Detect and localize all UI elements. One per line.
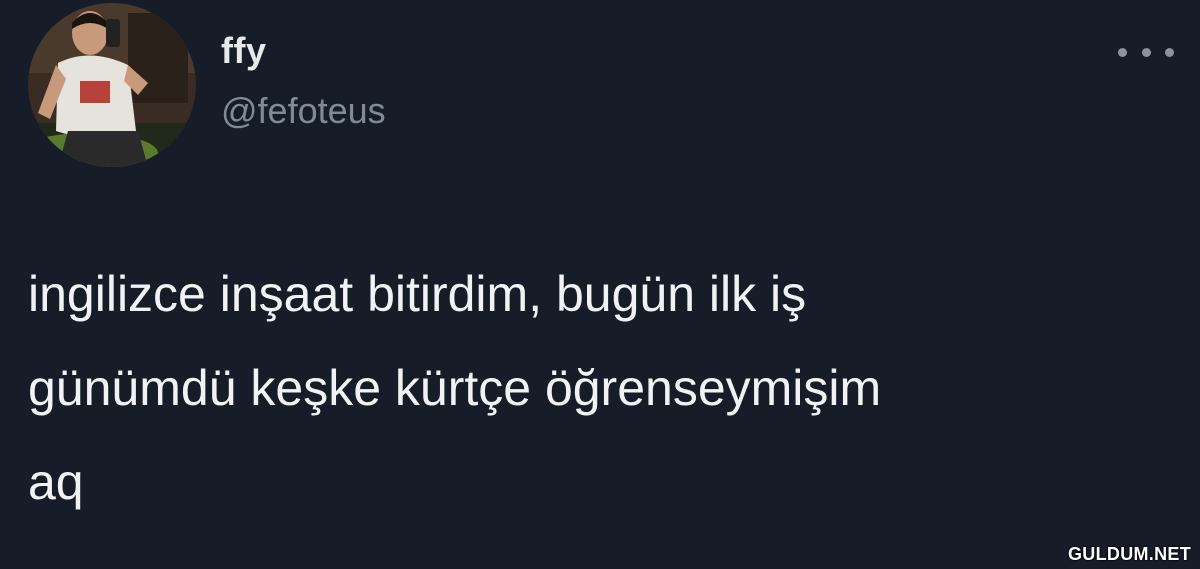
tweet-text-line: ingilizce inşaat bitirdim, bugün ilk iş (28, 266, 807, 322)
avatar-photo (28, 3, 196, 167)
more-options-button[interactable] (1118, 38, 1174, 66)
more-horizontal-icon-dot (1165, 47, 1174, 57)
display-name[interactable]: ffy (221, 30, 267, 72)
tweet-text-line: günümdü keşke kürtçe öğrenseymişim (28, 360, 882, 416)
more-horizontal-icon-dot (1141, 47, 1151, 57)
tweet-card: ffy @fefoteus ingilizce inşaat bitirdim,… (0, 0, 1200, 569)
tweet-text-line: aq (28, 454, 84, 510)
user-handle[interactable]: @fefoteus (221, 90, 386, 132)
avatar[interactable] (28, 3, 196, 167)
tweet-text: ingilizce inşaat bitirdim, bugün ilk iş … (28, 247, 1188, 529)
site-watermark: GULDUM.NET (1068, 544, 1191, 564)
more-horizontal-icon (1118, 47, 1127, 57)
